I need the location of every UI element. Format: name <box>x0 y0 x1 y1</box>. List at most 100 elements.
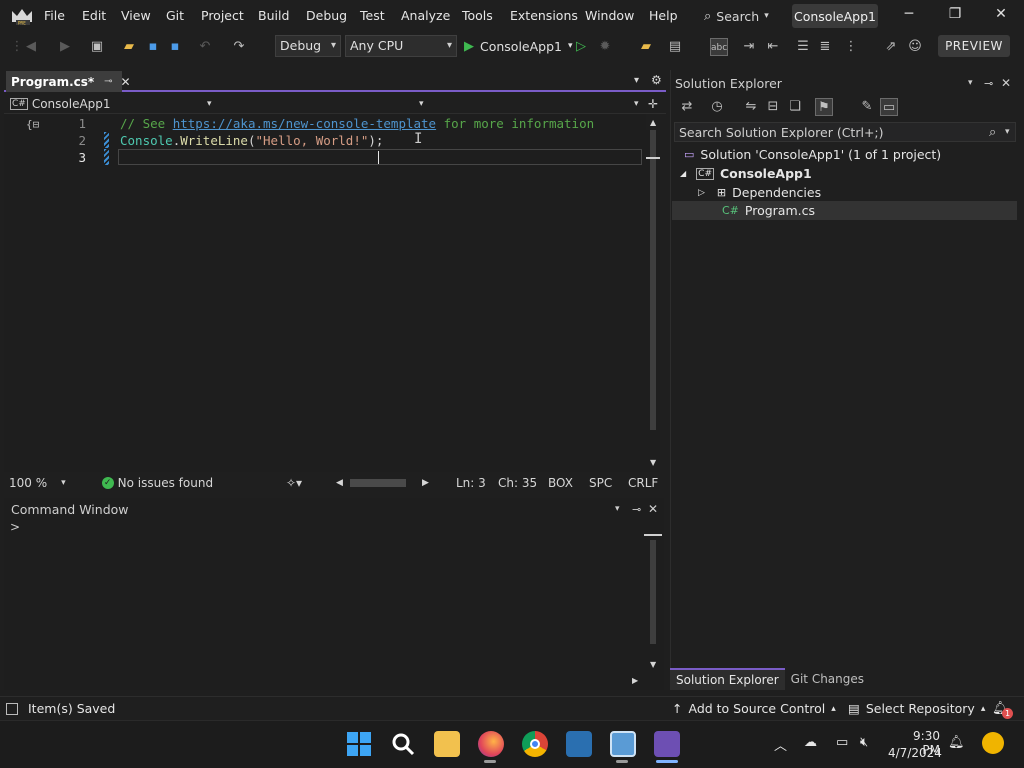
code-cleanup-icon[interactable]: ✧▾ <box>286 476 302 490</box>
tab-list-dropdown-icon[interactable]: ▾ <box>634 75 639 86</box>
menu-analyze[interactable]: Analyze <box>401 8 450 23</box>
preview-button[interactable]: PREVIEW <box>938 35 1010 57</box>
source-control-button[interactable]: ↑ Add to Source Control ▴ <box>672 701 836 716</box>
menu-edit[interactable]: Edit <box>82 8 106 23</box>
code-editor[interactable]: {⊟ 1 2 3 // See https://aka.ms/new-conso… <box>4 114 646 472</box>
switch-views-icon[interactable]: ⇄ <box>678 98 696 116</box>
issues-label[interactable]: No issues found <box>118 476 213 490</box>
clock-date[interactable]: 4/7/2024 <box>888 746 942 760</box>
tab-git-changes[interactable]: Git Changes <box>785 669 870 689</box>
navigate-back-icon[interactable]: ◀ <box>22 38 40 56</box>
tree-item-project[interactable]: ◢ C# ConsoleApp1 <box>680 164 812 183</box>
column-indicator[interactable]: Ch: 35 <box>498 476 537 490</box>
file-explorer-icon[interactable] <box>434 731 460 757</box>
live-share-icon[interactable]: ⇗ <box>882 38 900 56</box>
close-panel-icon[interactable]: ✕ <box>648 502 658 516</box>
visual-studio-preview-icon[interactable] <box>654 731 680 757</box>
chevron-down-icon[interactable]: ▾ <box>419 99 424 109</box>
menu-tools[interactable]: Tools <box>462 8 493 23</box>
pin-icon[interactable]: ⊸ <box>632 503 641 516</box>
volume-muted-icon[interactable]: 🔇︎ <box>860 735 868 750</box>
collapse-all-icon[interactable]: ⊟ <box>764 98 782 116</box>
menu-project[interactable]: Project <box>201 8 244 23</box>
spell-check-icon[interactable]: abc <box>710 38 728 56</box>
menu-window[interactable]: Window <box>585 8 634 23</box>
restore-icon[interactable]: ❐ <box>940 6 970 26</box>
redo-icon[interactable]: ↷ <box>230 38 248 56</box>
chevron-down-icon[interactable]: ▾ <box>634 99 639 109</box>
save-icon[interactable]: ▪ <box>144 38 162 56</box>
remote-desktop-icon[interactable] <box>610 731 636 757</box>
line-indicator[interactable]: Ln: 3 <box>456 476 486 490</box>
indent-icon[interactable]: ⇥ <box>740 38 758 56</box>
tree-item-dependencies[interactable]: ▷ ⊞ Dependencies <box>698 183 821 202</box>
pending-changes-filter-icon[interactable]: ◷ <box>708 98 726 116</box>
open-in-file-explorer-icon[interactable]: ▰ <box>637 38 655 56</box>
navigate-forward-icon[interactable]: ▶ <box>56 38 74 56</box>
layout-icon[interactable]: ▤ <box>666 38 684 56</box>
start-debugging-button[interactable]: ▶ ConsoleApp1 ▾ <box>464 36 573 56</box>
menu-build[interactable]: Build <box>258 8 289 23</box>
sync-with-active-document-icon[interactable]: ⇋ <box>742 98 760 116</box>
scroll-right-icon[interactable]: ▶ <box>632 676 638 685</box>
windows-start-icon[interactable] <box>346 731 372 757</box>
settings-gear-icon[interactable]: ⚙ <box>651 73 662 87</box>
code-fold-icon[interactable]: {⊟ <box>26 118 39 131</box>
photos-icon[interactable] <box>566 731 592 757</box>
tab-program-cs[interactable]: Program.cs* ⊸ ✕ <box>6 71 131 92</box>
tree-item-solution[interactable]: ▭ Solution 'ConsoleApp1' (1 of 1 project… <box>684 145 941 164</box>
chevron-down-icon[interactable]: ▾ <box>207 99 212 109</box>
menu-extensions[interactable]: Extensions <box>510 8 578 23</box>
outdent-icon[interactable]: ⇤ <box>764 38 782 56</box>
command-prompt[interactable]: > <box>10 520 20 534</box>
open-folder-icon[interactable]: ▰ <box>120 38 138 56</box>
notifications-bell-icon[interactable]: 🔔︎ <box>948 735 965 750</box>
nav-project-label[interactable]: ConsoleApp1 <box>32 97 111 111</box>
menu-debug[interactable]: Debug <box>306 8 347 23</box>
weather-icon[interactable] <box>982 732 1004 754</box>
preview-selected-items-icon[interactable]: ▭ <box>880 98 898 116</box>
chevron-down-icon[interactable]: ▾ <box>1005 127 1010 137</box>
comment-link[interactable]: https://aka.ms/new-console-template <box>173 116 436 131</box>
close-tab-icon[interactable]: ✕ <box>121 75 131 89</box>
select-repository-button[interactable]: ▤ Select Repository ▴ <box>848 701 985 716</box>
solution-configuration-dropdown[interactable]: Debug <box>275 35 341 57</box>
chrome-icon[interactable] <box>522 731 548 757</box>
global-search-button[interactable]: ⌕ Search ▾ <box>704 6 784 26</box>
menu-git[interactable]: Git <box>166 8 184 23</box>
chevron-down-icon[interactable]: ▾ <box>61 478 66 488</box>
scroll-down-icon[interactable]: ▼ <box>650 660 656 669</box>
start-without-debugging-icon[interactable]: ▷ <box>572 38 590 56</box>
uncomment-lines-icon[interactable]: ≣ <box>816 38 834 56</box>
firefox-icon[interactable] <box>478 731 504 757</box>
undo-icon[interactable]: ↶ <box>196 38 214 56</box>
new-project-icon[interactable]: ▣ <box>88 38 106 56</box>
zoom-dropdown[interactable]: 100 % <box>9 476 47 490</box>
line-ending-indicator[interactable]: CRLF <box>628 476 658 490</box>
show-hidden-icons-chevron-icon[interactable]: ︿ <box>774 735 787 754</box>
chevron-down-icon[interactable]: ▾ <box>968 78 973 88</box>
editor-vertical-scrollbar[interactable]: ▼ <box>646 130 660 472</box>
minimize-icon[interactable]: ─ <box>894 6 924 26</box>
scroll-down-icon[interactable]: ▼ <box>650 458 656 467</box>
solution-explorer-search-input[interactable]: Search Solution Explorer (Ctrl+;) ⌕ ▾ <box>674 122 1016 142</box>
command-window-panel[interactable] <box>4 498 664 690</box>
pin-icon[interactable]: ⊸ <box>984 77 993 90</box>
command-scroll-thumb[interactable] <box>650 540 656 644</box>
search-icon[interactable]: ⌕ <box>989 125 996 140</box>
solution-platform-dropdown[interactable]: Any CPU <box>345 35 457 57</box>
menu-view[interactable]: View <box>121 8 151 23</box>
horizontal-scroll-thumb[interactable] <box>350 479 406 487</box>
close-panel-icon[interactable]: ✕ <box>1001 76 1011 90</box>
pin-icon[interactable]: ⊸ <box>104 76 112 87</box>
scroll-thumb[interactable] <box>650 130 656 430</box>
whitespace-indicator[interactable]: SPC <box>589 476 612 490</box>
expanded-arrow-icon[interactable]: ◢ <box>680 169 686 178</box>
scroll-right-icon[interactable]: ▶ <box>422 478 429 488</box>
menu-help[interactable]: Help <box>649 8 678 23</box>
network-offline-icon[interactable]: ☁︎ <box>804 735 817 750</box>
comment-lines-icon[interactable]: ☰ <box>794 38 812 56</box>
solution-name-badge[interactable]: ConsoleApp1 <box>792 4 878 28</box>
tab-solution-explorer[interactable]: Solution Explorer <box>670 668 785 690</box>
chevron-down-icon[interactable]: ▾ <box>615 504 620 514</box>
